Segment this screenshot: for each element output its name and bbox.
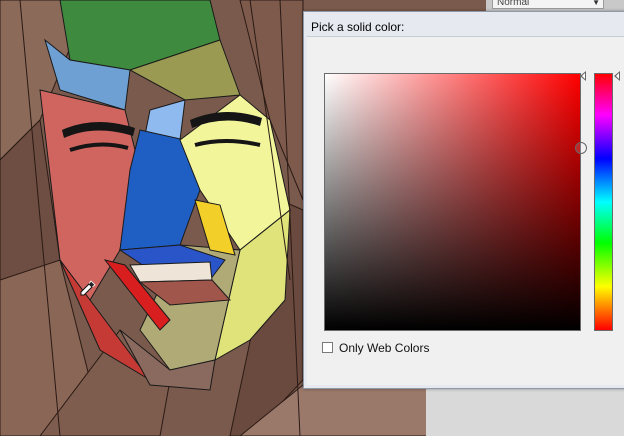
color-picker-dialog: Pick a solid color: Only Web Colors <box>303 11 624 389</box>
dialog-title: Pick a solid color: <box>311 20 405 34</box>
dialog-body: Only Web Colors <box>307 36 624 385</box>
field-slider-arrow-icon <box>580 71 586 81</box>
eyedropper-icon <box>80 280 96 301</box>
blend-mode-value: Normal <box>497 0 530 8</box>
hue-slider[interactable] <box>594 73 613 331</box>
panel-background <box>426 389 624 436</box>
saturation-brightness-field[interactable] <box>324 73 587 331</box>
hue-slider-handle-icon[interactable] <box>614 71 620 81</box>
color-selection-marker[interactable] <box>575 142 587 154</box>
chevron-down-icon: ▼ <box>592 0 600 7</box>
blend-mode-select[interactable]: Normal ▼ <box>492 0 604 9</box>
only-web-colors-label[interactable]: Only Web Colors <box>339 341 429 355</box>
only-web-colors-checkbox[interactable] <box>322 342 333 353</box>
